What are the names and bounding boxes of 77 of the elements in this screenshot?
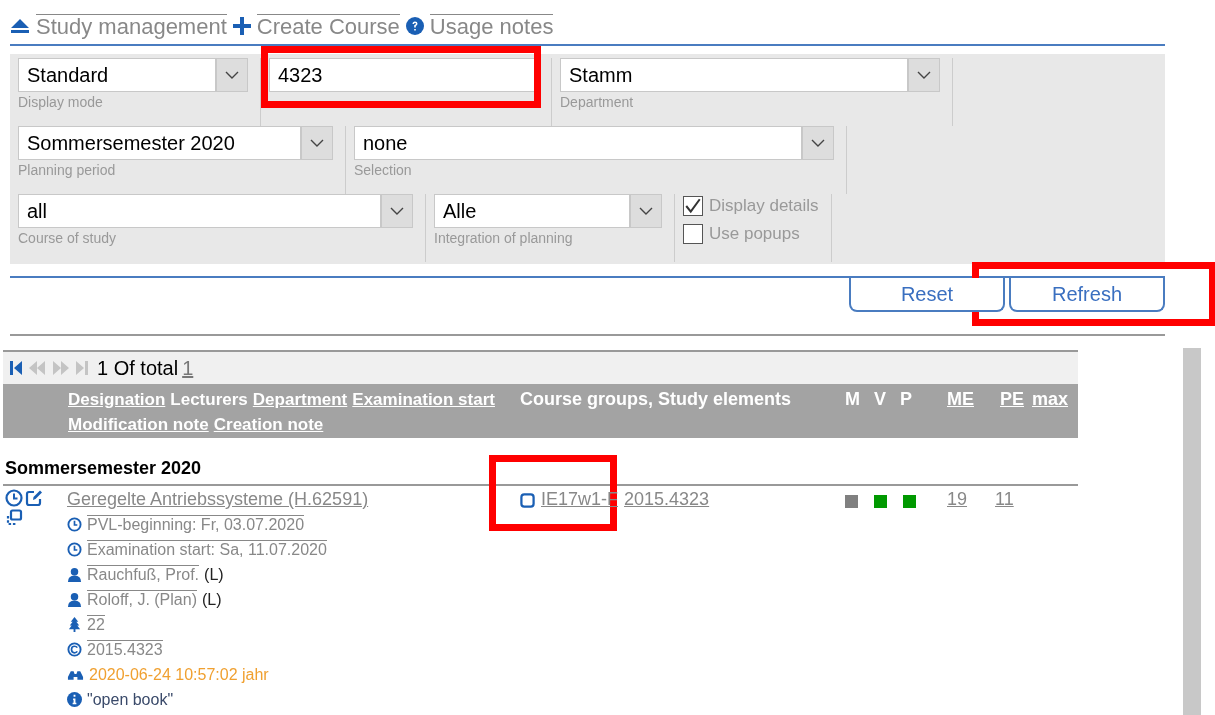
person-icon (67, 567, 82, 582)
eject-icon (10, 18, 30, 34)
nav-link[interactable]: Study management (10, 13, 227, 39)
copy-icon[interactable] (5, 509, 23, 527)
group-title: Sommersemester 2020 (3, 458, 1078, 486)
dropdown[interactable]: Standard (18, 58, 248, 92)
detail-text: Rauchfuß, Prof. (87, 565, 200, 584)
info-icon (67, 692, 82, 707)
detail-text: Roloff, J. (Plan) (87, 590, 197, 609)
clock-icon[interactable] (5, 489, 23, 507)
detail-text: Examination start: Sa, 11.07.2020 (87, 540, 327, 559)
field-label: Planning period (18, 162, 117, 180)
checkbox-label[interactable]: Use popups (709, 224, 800, 244)
action-button[interactable]: Reset (849, 278, 1005, 312)
person-icon (67, 592, 82, 607)
dropdown[interactable]: Alle (434, 194, 662, 228)
checkbox[interactable] (683, 196, 703, 216)
clock-icon (67, 542, 82, 557)
dropdown[interactable]: Sommersemester 2020 (18, 126, 333, 160)
first-page-icon[interactable] (9, 360, 23, 376)
page-count: 1 Of total (97, 356, 179, 380)
column-header: Course groups, Study elements (520, 389, 792, 409)
field-label: Selection (354, 162, 413, 180)
previous-page-icon (27, 360, 47, 376)
scrollbar[interactable] (1183, 348, 1201, 715)
count-link[interactable]: 11 (995, 489, 1014, 712)
copyright-icon (67, 642, 82, 657)
count-link[interactable]: 19 (947, 489, 968, 712)
tree-icon (67, 617, 82, 632)
role-label: (L) (201, 590, 222, 609)
last-page-icon (75, 360, 89, 376)
field-label: Display mode (18, 94, 104, 112)
glasses-icon (67, 668, 84, 681)
checkbox[interactable] (683, 224, 703, 244)
checkbox-label[interactable]: Display details (709, 196, 819, 216)
chevron-down-icon (390, 207, 404, 215)
nav-link[interactable]: Create Course (232, 13, 400, 39)
sort-link[interactable]: Creation note (213, 415, 324, 434)
chevron-down-icon (917, 71, 931, 79)
field-label: Course of study (18, 230, 118, 248)
course-link[interactable]: Geregelte Antriebssysteme (H.62591) (67, 489, 369, 510)
chevron-down-icon (811, 139, 825, 147)
detail-text: 22 (87, 615, 105, 634)
next-page-icon (51, 360, 71, 376)
field-label: Department (560, 94, 635, 112)
page-link[interactable]: 1 (182, 356, 194, 380)
edit-icon[interactable] (25, 489, 43, 507)
sort-link[interactable]: Department (252, 390, 348, 409)
plus-icon (232, 17, 251, 35)
field-label: Integration of planning (434, 230, 574, 248)
nav-link[interactable]: Usage notes (405, 13, 554, 39)
column-header: Lecturers (170, 390, 248, 409)
sort-link[interactable]: max (1032, 387, 1069, 438)
column-header: M (845, 388, 860, 411)
sort-link[interactable]: Designation (68, 390, 166, 409)
role-label: (L) (204, 565, 224, 584)
chevron-down-icon (310, 139, 324, 147)
sort-link[interactable]: ME (947, 387, 974, 438)
action-button[interactable]: Refresh (1009, 278, 1165, 312)
detail-text: PVL-beginning: Fr, 03.07.2020 (87, 515, 305, 534)
checkbox-icon[interactable] (520, 493, 535, 508)
course-group-link[interactable]: 2015.4323 (624, 489, 710, 510)
detail-text: 2020-06-24 10:57:02 jahr (89, 665, 269, 684)
column-header: P (900, 388, 913, 411)
column-header: V (874, 388, 886, 411)
dropdown[interactable]: none (354, 126, 834, 160)
chevron-down-icon (639, 207, 653, 215)
help-icon (405, 17, 424, 35)
sort-link[interactable]: Modification note (68, 415, 209, 434)
clock-icon (67, 517, 82, 532)
detail-text: 2015.4323 (87, 640, 163, 659)
dropdown[interactable]: Stamm (560, 58, 940, 92)
dropdown[interactable]: all (18, 194, 413, 228)
sort-link[interactable]: Examination start (352, 390, 495, 409)
sort-link[interactable]: PE (1000, 387, 1024, 438)
chevron-down-icon (225, 71, 239, 79)
detail-text: "open book" (87, 690, 174, 709)
